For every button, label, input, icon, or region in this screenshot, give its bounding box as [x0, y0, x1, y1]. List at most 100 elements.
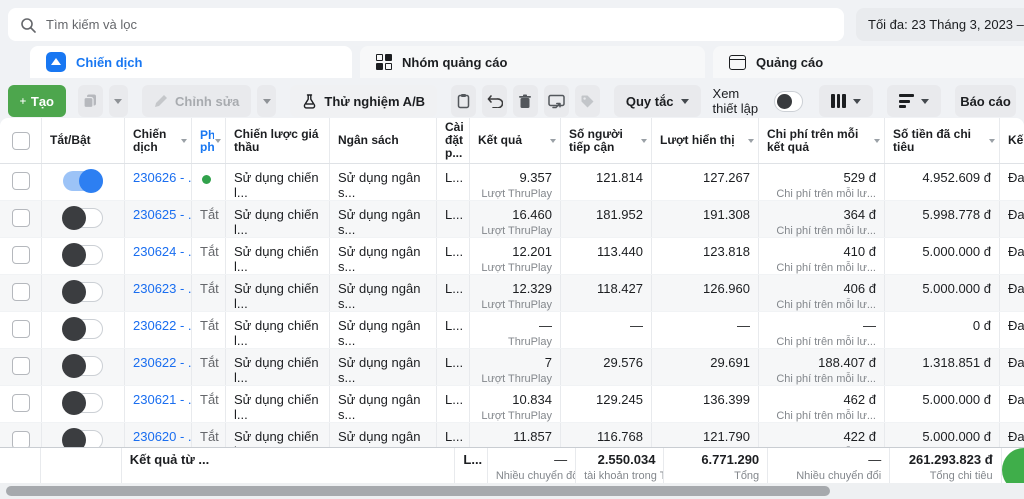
header-reach[interactable]: Số người tiếp cận	[561, 118, 652, 163]
campaign-link[interactable]: 230625 - ...	[133, 207, 192, 222]
header-end[interactable]: Kế...	[1000, 118, 1024, 163]
row-checkbox[interactable]	[12, 283, 30, 301]
sort-caret-icon	[181, 139, 187, 143]
row-toggle[interactable]	[63, 319, 103, 339]
edit-label: Chỉnh sửa	[175, 94, 239, 109]
row-toggle[interactable]	[63, 171, 103, 191]
tab-campaigns-label: Chiến dịch	[76, 55, 142, 70]
delete-button[interactable]	[513, 85, 538, 117]
row-toggle[interactable]	[63, 393, 103, 413]
row-toggle[interactable]	[63, 245, 103, 265]
cost-per-result-cell: 462 đChi phí trên mỗi lư...	[759, 386, 885, 422]
duplicate-dropdown[interactable]	[109, 85, 128, 117]
preview-button[interactable]	[544, 85, 569, 117]
amount-spent-cell: 5.000.000 đ	[885, 275, 1000, 311]
date-range-button[interactable]: Tối đa: 23 Tháng 3, 2023 – 26 Tháng 6, 2…	[856, 8, 1024, 41]
edit-button[interactable]: Chỉnh sửa	[142, 85, 251, 117]
search-input[interactable]: Tìm kiếm và lọc	[8, 8, 844, 41]
paste-button[interactable]	[451, 85, 476, 117]
horizontal-scrollbar[interactable]	[0, 483, 1024, 499]
tab-campaigns[interactable]: Chiến dịch	[30, 46, 352, 78]
impressions-cell: 121.790	[652, 423, 759, 447]
settings-cell: L...	[437, 164, 470, 200]
row-checkbox[interactable]	[12, 172, 30, 190]
reach-cell: 116.768	[561, 423, 652, 447]
header-settings[interactable]: Cài đặt p...	[437, 118, 470, 163]
delivery-status: Tắt	[200, 355, 219, 370]
row-checkbox[interactable]	[12, 209, 30, 227]
row-toggle[interactable]	[63, 356, 103, 376]
header-delivery[interactable]: Phânphối	[192, 118, 226, 163]
campaign-link[interactable]: 230621 - ...	[133, 392, 192, 407]
select-all-checkbox[interactable]	[12, 132, 30, 150]
cost-per-result-cell: 529 đChi phí trên mỗi lư...	[759, 164, 885, 200]
campaign-link[interactable]: 230620 - ...	[133, 429, 192, 444]
row-toggle[interactable]	[63, 430, 103, 447]
clipboard-icon	[456, 93, 471, 109]
header-amount-spent[interactable]: Số tiền đã chi tiêu	[885, 118, 1000, 163]
rules-button[interactable]: Quy tắc	[614, 85, 701, 117]
header-budget[interactable]: Ngân sách	[330, 118, 437, 163]
rules-label: Quy tắc	[626, 94, 674, 109]
delivery-status: Tắt	[200, 244, 219, 259]
budget-cell: Sử dụng ngân s...	[330, 164, 437, 200]
table-row: 230620 - ... Tắt Sử dụng chiến l... Sử d…	[0, 423, 1024, 447]
edit-dropdown[interactable]	[257, 85, 276, 117]
breakdown-icon	[899, 94, 914, 108]
summary-cost: —	[776, 452, 881, 467]
row-checkbox[interactable]	[12, 246, 30, 264]
settings-cell: L...	[437, 201, 470, 237]
scrollbar-thumb[interactable]	[6, 486, 830, 496]
breakdown-button[interactable]	[887, 85, 941, 117]
results-cell: 12.201Lượt ThruPlay	[470, 238, 561, 274]
undo-button[interactable]	[482, 85, 507, 117]
tag-button[interactable]	[575, 85, 600, 117]
results-cell: 12.329Lượt ThruPlay	[470, 275, 561, 311]
campaign-link[interactable]: 230626 - ...	[133, 170, 192, 185]
summary-row: Kết quả từ ... L... —Nhiều chuyển đổi 2.…	[0, 447, 1024, 483]
row-checkbox[interactable]	[12, 320, 30, 338]
summary-settings: L...	[463, 452, 482, 467]
delivery-status: Tắt	[200, 392, 219, 407]
campaign-link[interactable]: 230622 - ...	[133, 355, 192, 370]
amount-spent-cell: 5.000.000 đ	[885, 238, 1000, 274]
table-body: 230626 - ... Sử dụng chiến l... Sử dụng …	[0, 164, 1024, 447]
budget-cell: Sử dụng ngân s...	[330, 201, 437, 237]
campaign-link[interactable]: 230623 - ...	[133, 281, 192, 296]
top-bar: Tìm kiếm và lọc Tối đa: 23 Tháng 3, 2023…	[0, 0, 1024, 42]
header-cost-per-result[interactable]: Chi phí trên mỗi kết quả	[759, 118, 885, 163]
cost-per-result-cell: 422 đChi phí trên mỗi lư...	[759, 423, 885, 447]
row-checkbox[interactable]	[12, 357, 30, 375]
row-checkbox[interactable]	[12, 394, 30, 412]
columns-button[interactable]	[819, 85, 873, 117]
row-toggle[interactable]	[63, 208, 103, 228]
tab-ads[interactable]: Quảng cáo	[713, 46, 1024, 78]
impressions-cell: 29.691	[652, 349, 759, 385]
search-icon	[20, 17, 36, 33]
create-button[interactable]: Tạo	[8, 85, 66, 117]
toggle-knob	[62, 243, 86, 267]
ab-test-button[interactable]: Thử nghiệm A/B	[290, 85, 437, 117]
budget-cell: Sử dụng ngân s...	[330, 349, 437, 385]
report-button[interactable]: Báo cáo	[955, 85, 1016, 117]
end-cell: Đa...	[1000, 312, 1024, 348]
settings-cell: L...	[437, 423, 470, 447]
row-toggle[interactable]	[63, 282, 103, 302]
campaign-link[interactable]: 230624 - ...	[133, 244, 192, 259]
campaign-link[interactable]: 230622 - ...	[133, 318, 192, 333]
bid-strategy-cell: Sử dụng chiến l...	[226, 386, 330, 422]
impressions-cell: 136.399	[652, 386, 759, 422]
bid-strategy-cell: Sử dụng chiến l...	[226, 275, 330, 311]
header-impressions[interactable]: Lượt hiển thị	[652, 118, 759, 163]
row-checkbox[interactable]	[12, 431, 30, 447]
toggle-knob	[62, 317, 86, 341]
header-results[interactable]: Kết quả	[470, 118, 561, 163]
header-campaign[interactable]: Chiến dịch	[125, 118, 192, 163]
tab-ad-sets[interactable]: Nhóm quảng cáo	[360, 46, 705, 78]
toggle-knob	[62, 280, 86, 304]
header-bid-strategy[interactable]: Chiến lược giá thầu	[226, 118, 330, 163]
duplicate-button[interactable]	[78, 85, 103, 117]
view-setup-toggle[interactable]	[774, 91, 803, 112]
budget-cell: Sử dụng ngân s...	[330, 312, 437, 348]
copy-icon	[82, 93, 98, 109]
